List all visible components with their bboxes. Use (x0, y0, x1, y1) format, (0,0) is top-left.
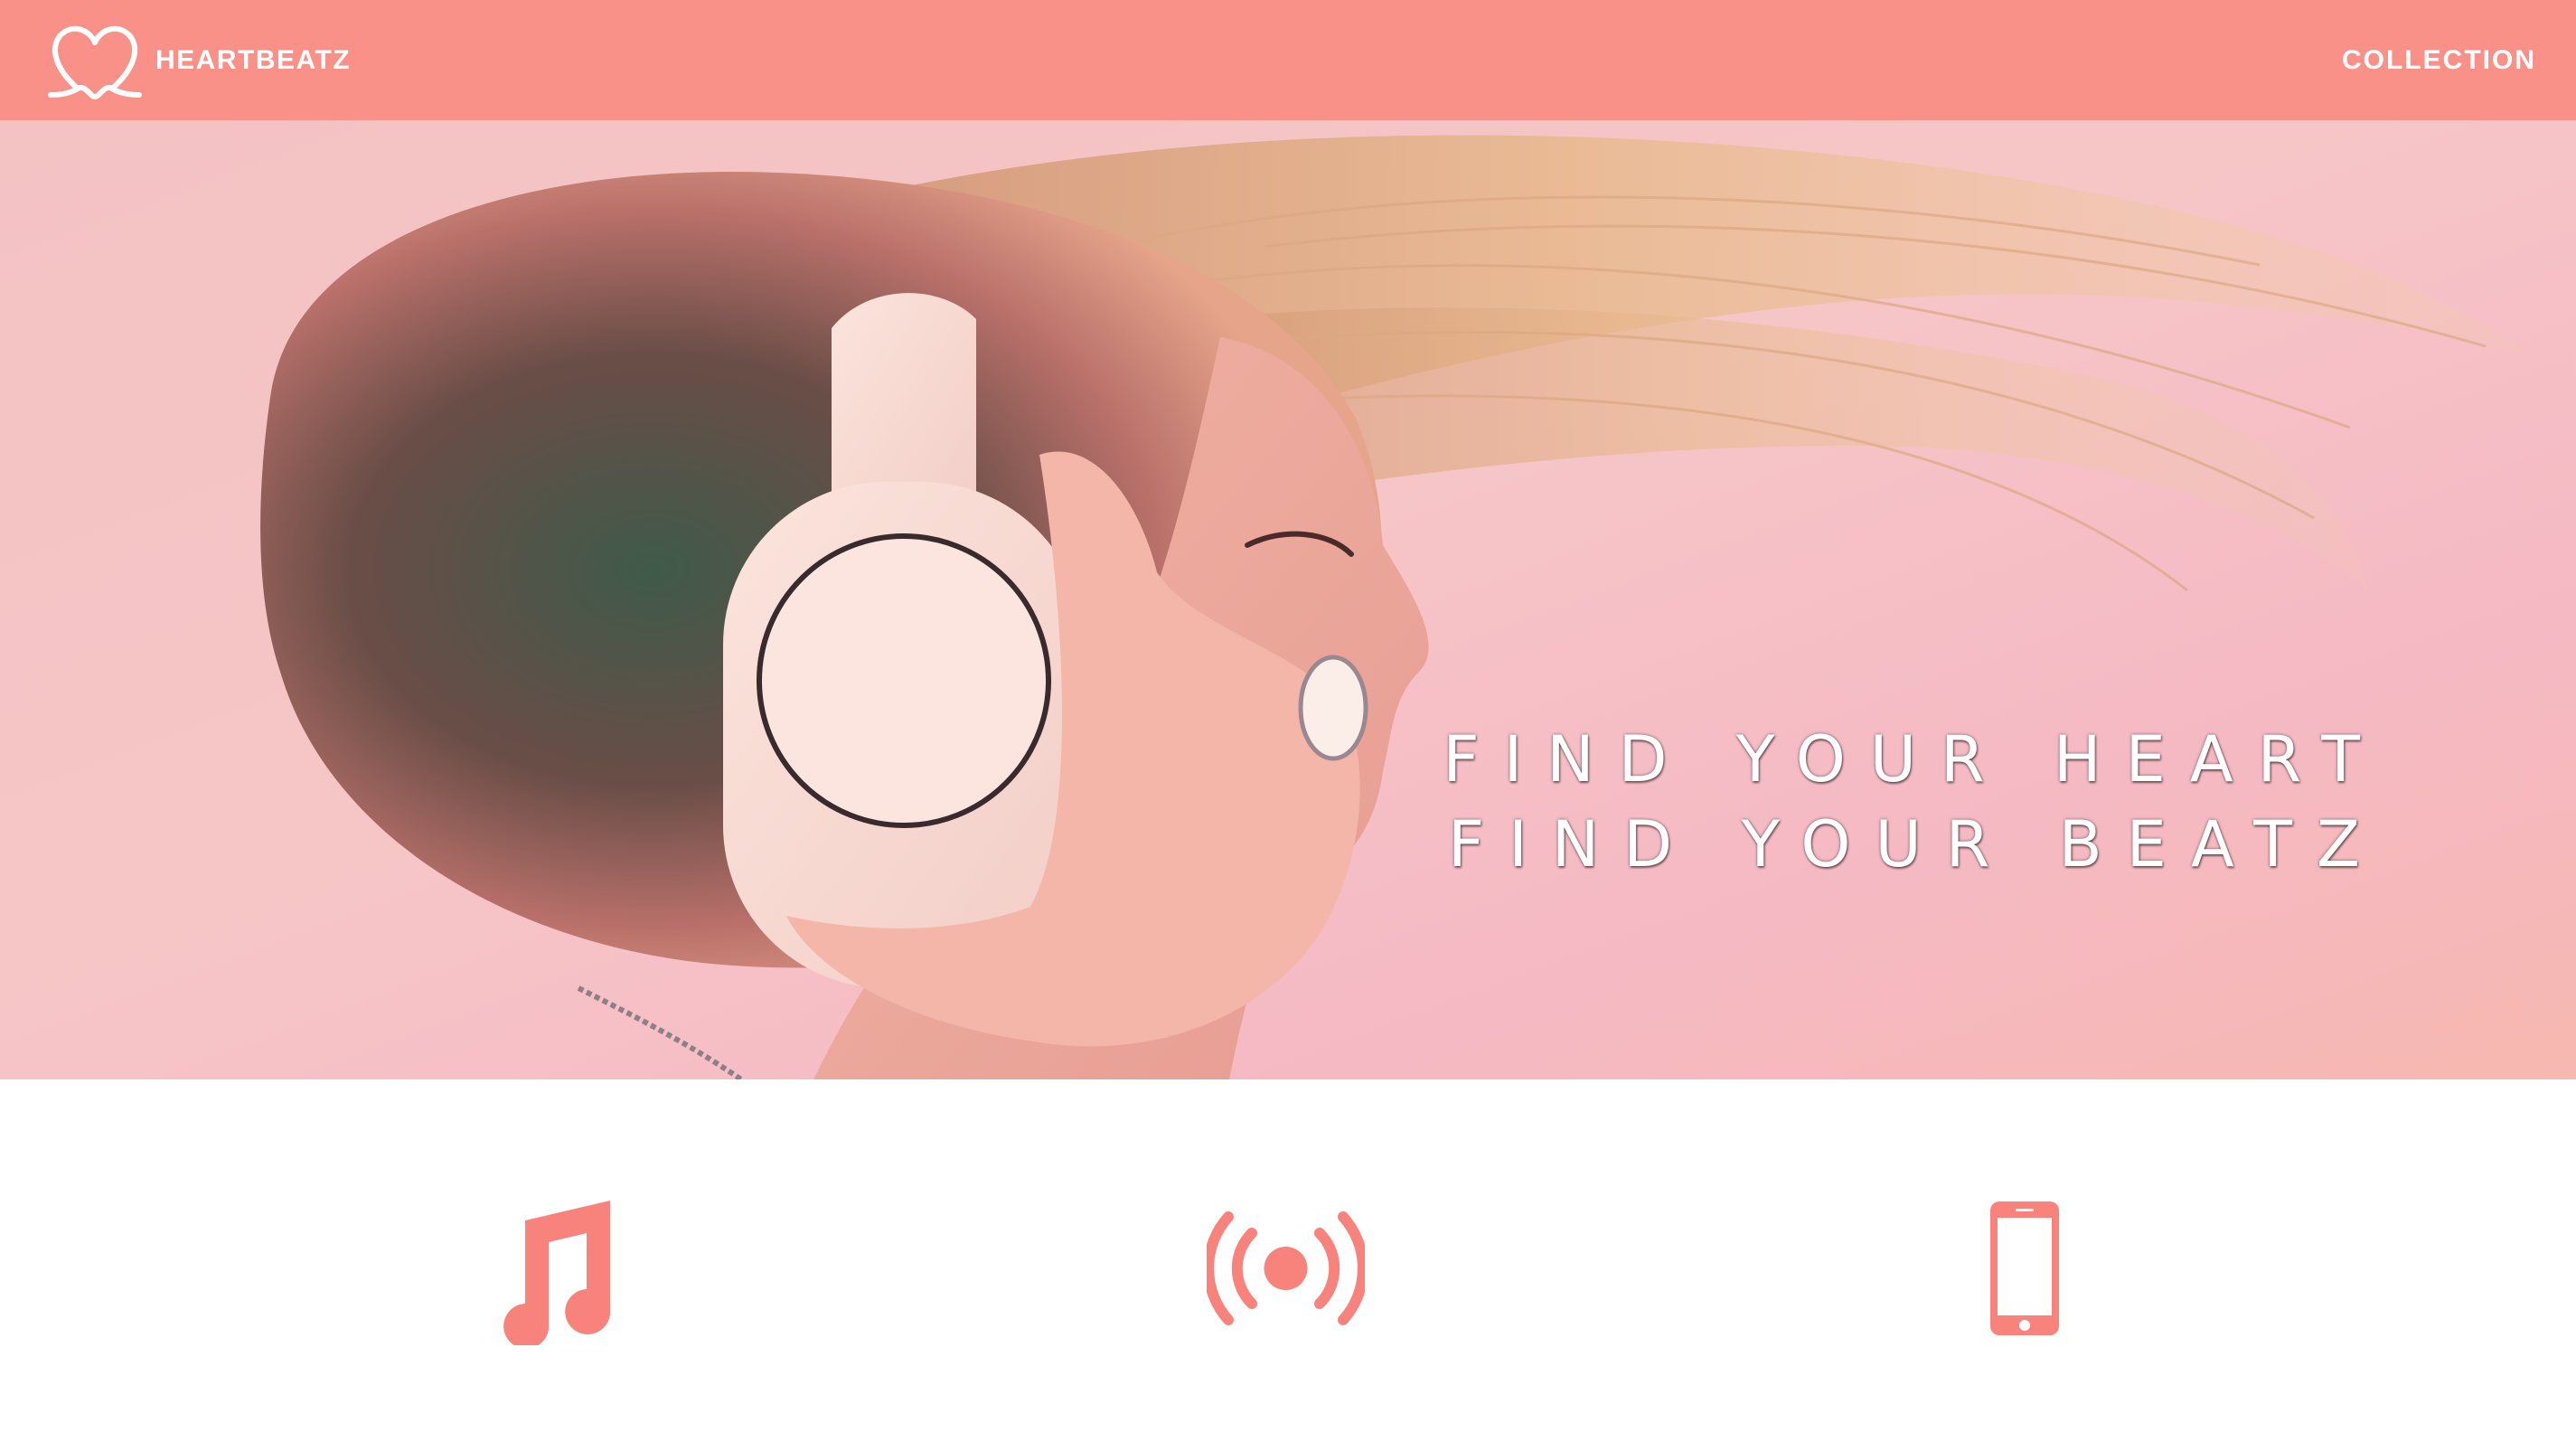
hero-tagline-line-2: FIND YOUR BEATZ (1448, 807, 2384, 881)
broadcast-icon (1207, 1211, 1365, 1325)
nav-link-collection[interactable]: COLLECTION (2342, 45, 2536, 76)
landing-page: HEARTBEATZ COLLECTION FIND YOUR HEART FI… (0, 0, 2576, 1432)
hero-tagline: FIND YOUR HEART FIND YOUR BEATZ (1443, 717, 2384, 887)
features-section (0, 1079, 2576, 1432)
brand-home-link[interactable]: HEARTBEATZ (47, 21, 351, 100)
music-note-icon (503, 1201, 611, 1345)
brand-name: HEARTBEATZ (155, 44, 352, 75)
hero-banner: FIND YOUR HEART FIND YOUR BEATZ (0, 120, 2576, 1079)
smartphone-icon (1990, 1201, 2059, 1335)
hero-tagline-line-1: FIND YOUR HEART (1443, 722, 2384, 796)
hero-image (0, 120, 2576, 1079)
top-navbar: HEARTBEATZ COLLECTION (0, 0, 2576, 120)
heart-outline-icon (48, 25, 142, 99)
